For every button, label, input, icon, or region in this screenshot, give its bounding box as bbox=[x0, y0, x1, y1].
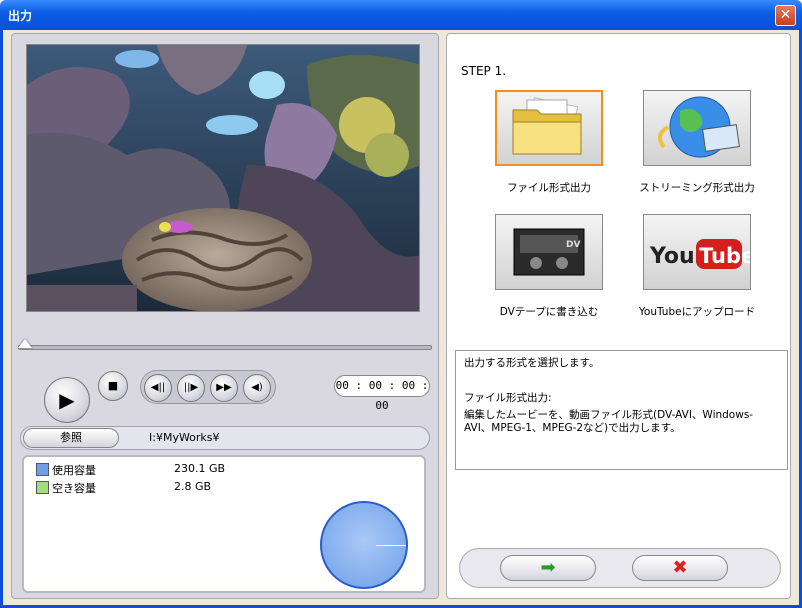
description-heading: ファイル形式出力: bbox=[464, 392, 552, 404]
close-button[interactable]: ✕ bbox=[775, 5, 796, 26]
step-title: STEP 1. bbox=[461, 64, 507, 78]
option-file-format[interactable] bbox=[495, 90, 603, 166]
description-line1: 出力する形式を選択します。 bbox=[464, 357, 600, 369]
play-button[interactable]: ▶ bbox=[44, 377, 90, 423]
cancel-x-button[interactable]: ✖ bbox=[632, 555, 728, 581]
video-preview bbox=[26, 44, 420, 312]
output-path: I:¥MyWorks¥ bbox=[149, 431, 220, 444]
used-space-value: 230.1 GB bbox=[174, 462, 226, 475]
aquarium-preview-image bbox=[27, 45, 419, 311]
browse-button[interactable]: 参照 bbox=[23, 428, 119, 448]
mute-button[interactable]: ◀) bbox=[243, 374, 271, 402]
option-dv-tape-label: DVテープに書き込む bbox=[499, 306, 599, 318]
description-body: 編集したムービーを、動画ファイル形式(DV-AVI、Windows-AVI、MP… bbox=[464, 409, 754, 434]
previous-frame-button[interactable]: ◀|| bbox=[144, 374, 172, 402]
folder-icon bbox=[512, 97, 582, 155]
frame-controls: ◀|| ||▶ ▶▶ ◀) bbox=[140, 370, 276, 404]
action-bar: ➡ ✖ bbox=[459, 548, 781, 588]
description-box: 出力する形式を選択します。 ファイル形式出力: 編集したムービーを、動画ファイル… bbox=[455, 350, 788, 470]
free-space-value: 2.8 GB bbox=[174, 480, 212, 493]
seek-thumb[interactable] bbox=[18, 339, 32, 348]
youtube-icon: You Tube bbox=[649, 239, 755, 269]
format-selection-panel: STEP 1. ファイル形式出力 ストリーミング形式出力 DV DVテープに書き… bbox=[446, 33, 791, 599]
option-file-format-label: ファイル形式出力 bbox=[507, 182, 591, 194]
next-frame-button[interactable]: ||▶ bbox=[177, 374, 205, 402]
next-arrow-button[interactable]: ➡ bbox=[500, 555, 596, 581]
free-space-label: 空き容量 bbox=[52, 482, 96, 495]
title-bar: 出力 ✕ bbox=[0, 0, 802, 30]
output-folder-row: 参照 I:¥MyWorks¥ bbox=[20, 426, 430, 450]
option-youtube[interactable]: You Tube bbox=[643, 214, 755, 290]
disk-usage-box: 使用容量 230.1 GB 空き容量 2.8 GB bbox=[22, 455, 426, 593]
dv-tape-icon: DV bbox=[513, 228, 585, 276]
globe-icon bbox=[657, 96, 740, 158]
window-title: 出力 bbox=[8, 9, 33, 23]
svg-text:DV: DV bbox=[566, 240, 580, 250]
option-streaming[interactable] bbox=[643, 90, 751, 166]
stop-button[interactable]: ■ bbox=[98, 371, 128, 401]
playback-controls: ▶ ■ ◀|| ||▶ ▶▶ ◀) 00 : 00 : 00 : 00 bbox=[16, 364, 436, 426]
output-dialog: 出力 ✕ ▶ ■ ◀|| ||▶ ▶▶ ◀) 00: 00: 00: 00… bbox=[0, 0, 802, 608]
option-streaming-label: ストリーミング形式出力 bbox=[639, 182, 755, 194]
svg-text:You: You bbox=[649, 244, 695, 269]
used-space-label: 使用容量 bbox=[52, 464, 96, 477]
svg-text:Tube: Tube bbox=[699, 244, 750, 268]
free-space-slice bbox=[376, 545, 406, 546]
free-space-swatch bbox=[36, 481, 49, 494]
fast-forward-button[interactable]: ▶▶ bbox=[210, 374, 238, 402]
dialog-client-area: ▶ ■ ◀|| ||▶ ▶▶ ◀) 00 : 00 : 00 : 00 参照 I… bbox=[3, 30, 799, 605]
seek-bar[interactable] bbox=[18, 345, 432, 350]
preview-panel: ▶ ■ ◀|| ||▶ ▶▶ ◀) 00 : 00 : 00 : 00 参照 I… bbox=[11, 33, 439, 599]
option-dv-tape[interactable]: DV bbox=[495, 214, 603, 290]
used-space-swatch bbox=[36, 463, 49, 476]
option-youtube-label: YouTubeにアップロード bbox=[638, 306, 756, 318]
timecode-display: 00 : 00 : 00 : 00 bbox=[334, 375, 430, 412]
